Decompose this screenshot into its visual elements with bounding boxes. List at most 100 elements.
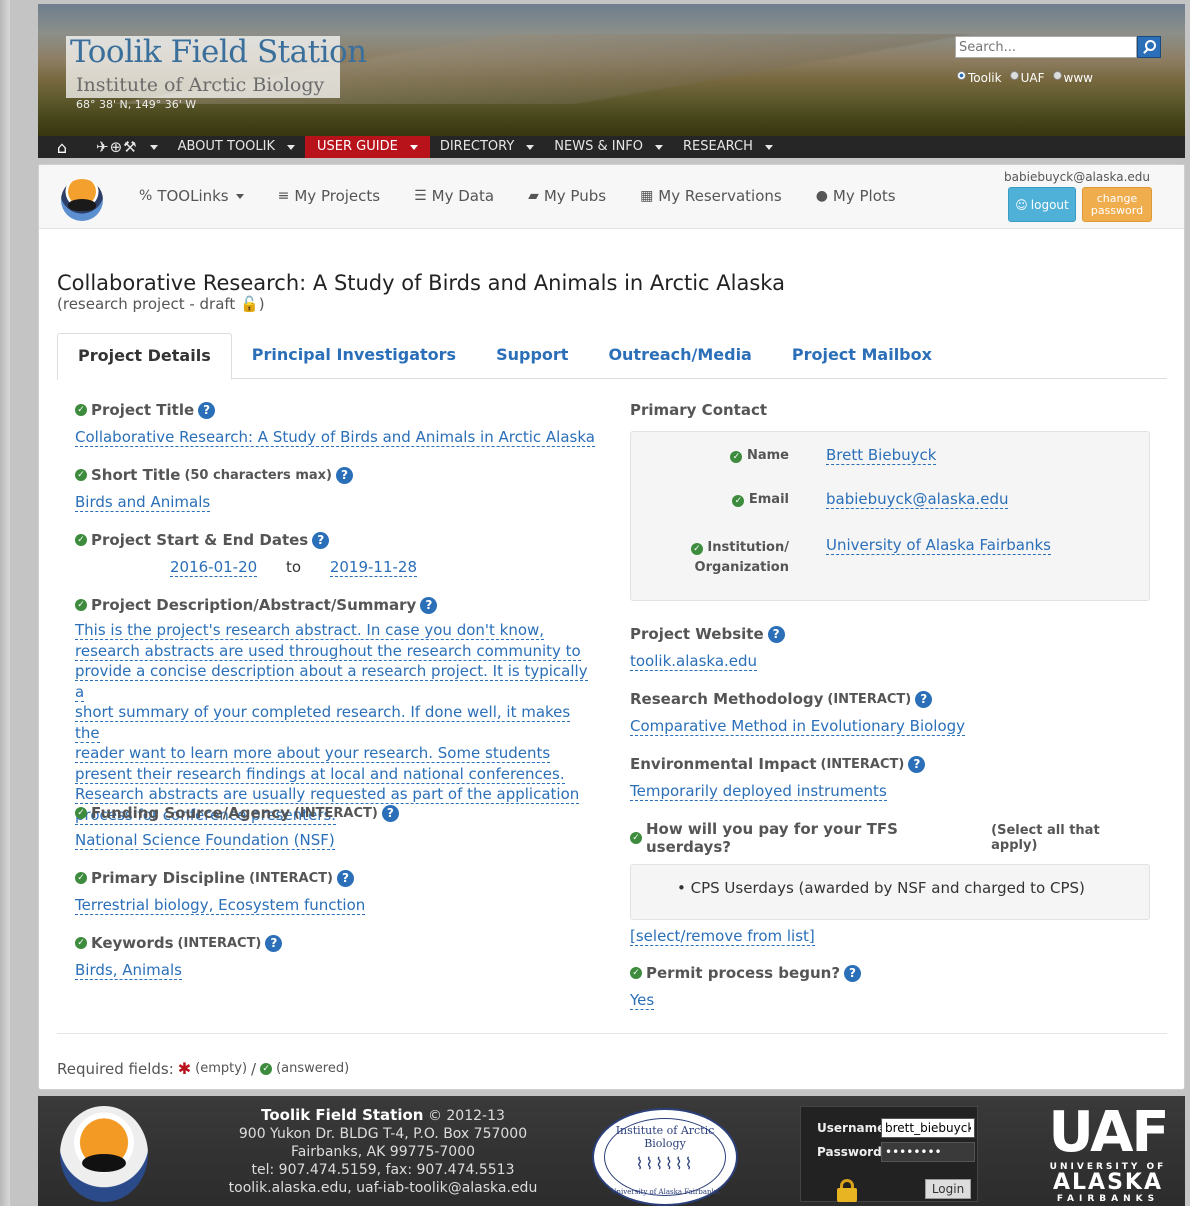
check-icon: ✓ [75, 937, 87, 949]
tab-project-mailbox[interactable]: Project Mailbox [772, 333, 952, 379]
check-icon: ✓ [75, 807, 87, 819]
project-tabs: Project Details Principal Investigators … [57, 333, 1167, 380]
check-icon: ✓ [75, 599, 87, 611]
help-icon[interactable]: ? [335, 466, 353, 484]
website-value[interactable]: toolik.alaska.edu [630, 652, 758, 671]
check-icon: ✓ [690, 543, 703, 555]
map-marker-icon: ● [815, 188, 828, 204]
nav-about-toolik[interactable]: ABOUT TOOLIK [168, 136, 305, 158]
asterisk-icon: ✱ [177, 1059, 192, 1078]
contact-email-value[interactable]: babiebuyck@alaska.edu [826, 490, 1009, 509]
date-separator: to [285, 558, 302, 576]
password-label: Password [817, 1145, 882, 1159]
database-icon: ☰ [414, 188, 427, 204]
tab-outreach-media[interactable]: Outreach/Media [588, 333, 771, 379]
help-icon[interactable]: ? [915, 690, 933, 708]
toolik-loon-logo[interactable] [61, 179, 103, 221]
site-footer: Toolik Field Station © 2012-13 900 Yukon… [38, 1096, 1185, 1206]
tab-principal-investigators[interactable]: Principal Investigators [232, 333, 476, 379]
subnav-my-data[interactable]: ☰ My Data [414, 187, 494, 205]
check-icon: ✓ [730, 451, 743, 463]
username-input[interactable] [881, 1118, 975, 1138]
check-icon: ✓ [75, 872, 87, 884]
iab-seal-logo: Institute of Arctic Biology ⌇⌇⌇⌇⌇⌇ Unive… [592, 1108, 738, 1206]
logout-button[interactable]: ☺ logout [1008, 187, 1076, 222]
check-icon: ✓ [630, 832, 642, 844]
help-icon[interactable]: ? [908, 755, 926, 773]
login-form: Username Password Login [800, 1106, 978, 1202]
short-title-value[interactable]: Birds and Animals [75, 493, 211, 512]
list-icon: ≡ [277, 188, 290, 204]
tab-project-details[interactable]: Project Details [57, 333, 232, 380]
search-button[interactable] [1137, 36, 1161, 58]
page-title: Collaborative Research: A Study of Birds… [57, 271, 785, 295]
content-divider [57, 1033, 1167, 1034]
site-subtitle: Institute of Arctic Biology [76, 74, 325, 96]
search-input[interactable] [955, 36, 1137, 58]
primary-contact-box: ✓ Name Brett Biebuyck ✓ Email babiebuyck… [630, 431, 1150, 601]
payment-list: • CPS Userdays (awarded by NSF and charg… [630, 864, 1150, 920]
project-title-value[interactable]: Collaborative Research: A Study of Birds… [75, 428, 595, 447]
payment-item: CPS Userdays (awarded by NSF and charged… [690, 879, 1085, 897]
username-label: Username [817, 1121, 886, 1135]
nav-user-guide[interactable]: USER GUIDE [305, 136, 430, 158]
description-value[interactable]: This is the project's research abstract.… [75, 620, 595, 825]
site-title[interactable]: Toolik Field Station [70, 34, 367, 70]
field-label: Project Title [91, 401, 195, 419]
login-button[interactable]: Login [925, 1179, 971, 1199]
check-icon: ✓ [75, 469, 87, 481]
lock-icon [837, 1179, 857, 1202]
nav-directory[interactable]: DIRECTORY [430, 136, 544, 158]
uaf-logo[interactable]: UAF UNIVERSITY OF ALASKA FAIRBANKS [1048, 1104, 1169, 1205]
impact-value[interactable]: Temporarily deployed instruments [630, 782, 887, 801]
required-fields-legend: Required fields: ✱ (empty) / ✓ (answered) [57, 1059, 350, 1078]
discipline-value[interactable]: Terrestrial biology, Ecosystem function [75, 896, 366, 915]
toolik-footer-logo [60, 1106, 148, 1202]
scope-toolik-radio[interactable]: Toolik [957, 66, 1002, 85]
help-icon[interactable]: ? [336, 869, 354, 887]
help-icon[interactable]: ? [381, 804, 399, 822]
primary-contact-label: Primary Contact [630, 401, 768, 419]
subnav-toolinks[interactable]: % TOOLinks [139, 187, 244, 205]
tab-support[interactable]: Support [476, 333, 588, 379]
book-icon: ▰ [528, 188, 539, 204]
funding-value[interactable]: National Science Foundation (NSF) [75, 831, 335, 850]
help-icon[interactable]: ? [844, 964, 862, 982]
contact-institution-value[interactable]: University of Alaska Fairbanks [826, 536, 1051, 555]
user-subnav: % TOOLinks ≡ My Projects ☰ My Data ▰ My Pubs… [39, 165, 1184, 229]
check-icon: ✓ [630, 967, 642, 979]
methodology-value[interactable]: Comparative Method in Evolutionary Biolo… [630, 717, 966, 736]
start-date-value[interactable]: 2016-01-20 [170, 558, 258, 577]
select-remove-link[interactable]: [select/remove from list] [630, 927, 815, 946]
help-icon[interactable]: ? [198, 401, 216, 419]
password-input[interactable] [881, 1142, 975, 1162]
change-password-button[interactable]: change password [1082, 187, 1152, 222]
contact-name-value[interactable]: Brett Biebuyck [826, 446, 937, 465]
permit-value[interactable]: Yes [630, 991, 655, 1010]
scope-www-radio[interactable]: www [1052, 66, 1093, 85]
tools-icon: ✈⊕⚒ [96, 138, 138, 156]
subnav-my-plots[interactable]: ● My Plots [816, 187, 896, 205]
subnav-my-pubs[interactable]: ▰ My Pubs [528, 187, 606, 205]
help-icon[interactable]: ? [265, 934, 283, 952]
help-icon[interactable]: ? [312, 531, 330, 549]
check-icon: ✓ [75, 534, 87, 546]
subnav-my-projects[interactable]: ≡ My Projects [278, 187, 380, 205]
nav-research[interactable]: RESEARCH [673, 136, 783, 158]
scope-uaf-radio[interactable]: UAF [1009, 66, 1045, 85]
check-icon: ✓ [260, 1062, 273, 1075]
calendar-icon: ▦ [640, 188, 654, 204]
nav-news-info[interactable]: NEWS & INFO [544, 136, 673, 158]
help-icon[interactable]: ? [767, 625, 785, 643]
subnav-my-reservations[interactable]: ▦ My Reservations [640, 187, 782, 205]
user-icon: ☺ [1015, 197, 1028, 212]
keywords-value[interactable]: Birds, Animals [75, 961, 182, 980]
end-date-value[interactable]: 2019-11-28 [329, 558, 417, 577]
home-icon[interactable]: ⌂ [38, 138, 86, 157]
nav-tools[interactable]: ✈⊕⚒ [86, 136, 168, 158]
help-icon[interactable]: ? [420, 596, 438, 614]
unlock-icon: 🔓 [240, 295, 259, 313]
user-email: babiebuyck@alaska.edu [1004, 170, 1150, 184]
search-scope: Toolik UAF www [957, 66, 1093, 85]
check-icon: ✓ [732, 495, 745, 507]
